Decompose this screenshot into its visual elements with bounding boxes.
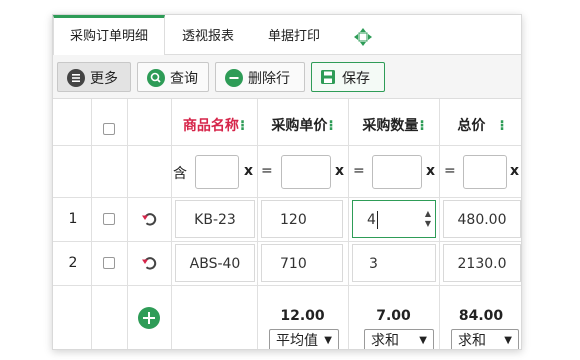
unit-price-cell[interactable]: 710	[261, 244, 343, 282]
tab-bar: 采购订单明细 透视报表 单据打印	[53, 15, 521, 56]
product-name-cell[interactable]: KB-23	[175, 200, 255, 238]
column-header-quantity[interactable]: 采购数量⁝	[348, 99, 439, 145]
column-header-product-name[interactable]: 商品名称⁝	[171, 99, 257, 145]
select-all-checkbox[interactable]	[103, 123, 115, 135]
floppy-icon	[320, 69, 336, 89]
row-number: 2	[68, 255, 78, 271]
total-cell: 480.00	[443, 200, 521, 238]
tab-print[interactable]: 单据打印	[251, 15, 337, 55]
order-grid-panel: 采购订单明细 透视报表 单据打印 更多 查询 删除行 保存 商品名称⁝ 采购单价…	[52, 14, 522, 350]
column-header-unit-price[interactable]: 采购单价⁝	[257, 99, 348, 145]
more-button[interactable]: 更多	[57, 62, 131, 92]
delete-row-button[interactable]: 删除行	[215, 62, 305, 92]
quantity-cell[interactable]: 3	[352, 244, 436, 282]
total-cell: 2130.0	[443, 244, 521, 282]
total-filter-input[interactable]	[463, 155, 507, 189]
row-number: 1	[68, 211, 78, 227]
product-name-cell[interactable]: ABS-40	[175, 244, 255, 282]
more-label: 更多	[90, 71, 118, 87]
chevron-down-icon: ▼	[504, 335, 512, 346]
query-button[interactable]: 查询	[137, 62, 209, 92]
filter-equals-label: =	[353, 163, 365, 179]
unit-price-summary-select[interactable]: 平均值 ▼	[269, 329, 339, 349]
quantity-filter-input[interactable]	[372, 155, 422, 189]
undo-icon[interactable]	[141, 210, 159, 232]
column-header-total[interactable]: 总价 ⁝	[439, 99, 521, 145]
quantity-spinner[interactable]: ▲ ▼	[425, 209, 431, 229]
toolbar: 更多 查询 删除行 保存	[53, 55, 521, 99]
unit-price-cell[interactable]: 120	[261, 200, 343, 238]
unit-price-summary-value: 12.00	[280, 308, 325, 324]
filter-contains-label: 含	[173, 166, 187, 182]
data-grid: 商品名称⁝ 采购单价⁝ 采购数量⁝ 总价 ⁝ 含 x = x = x = x 1 …	[53, 99, 521, 349]
menu-icon	[67, 69, 85, 87]
chevron-down-icon: ▼	[324, 335, 332, 346]
total-summary-select[interactable]: 求和 ▼	[451, 329, 519, 349]
quantity-summary-value: 7.00	[376, 308, 411, 324]
quantity-value: 4	[367, 212, 376, 228]
filter-equals-label: =	[261, 163, 273, 179]
row-checkbox[interactable]	[103, 257, 115, 269]
chevron-down-icon: ▼	[419, 335, 427, 346]
tab-pivot-report[interactable]: 透视报表	[165, 15, 251, 55]
total-filter-clear[interactable]: x	[510, 163, 519, 179]
minus-icon	[225, 69, 243, 87]
quantity-filter-clear[interactable]: x	[426, 163, 435, 179]
add-row-button[interactable]	[138, 307, 160, 329]
delete-row-label: 删除行	[248, 71, 290, 87]
unit-price-filter-clear[interactable]: x	[335, 163, 344, 179]
product-name-filter-input[interactable]	[195, 155, 239, 189]
row-checkbox[interactable]	[103, 213, 115, 225]
save-button[interactable]: 保存	[311, 62, 385, 92]
quantity-cell[interactable]: 4 ▲ ▼	[352, 200, 436, 238]
unit-price-filter-input[interactable]	[281, 155, 331, 189]
move-icon[interactable]	[343, 15, 383, 55]
total-summary-value: 84.00	[458, 308, 504, 324]
query-label: 查询	[170, 71, 198, 87]
search-icon	[147, 69, 165, 87]
quantity-summary-select[interactable]: 求和 ▼	[364, 329, 434, 349]
product-name-filter-clear[interactable]: x	[244, 163, 253, 179]
tab-order-detail[interactable]: 采购订单明细	[53, 15, 165, 56]
undo-icon[interactable]	[141, 254, 159, 276]
save-label: 保存	[342, 71, 370, 87]
filter-equals-label: =	[444, 163, 456, 179]
